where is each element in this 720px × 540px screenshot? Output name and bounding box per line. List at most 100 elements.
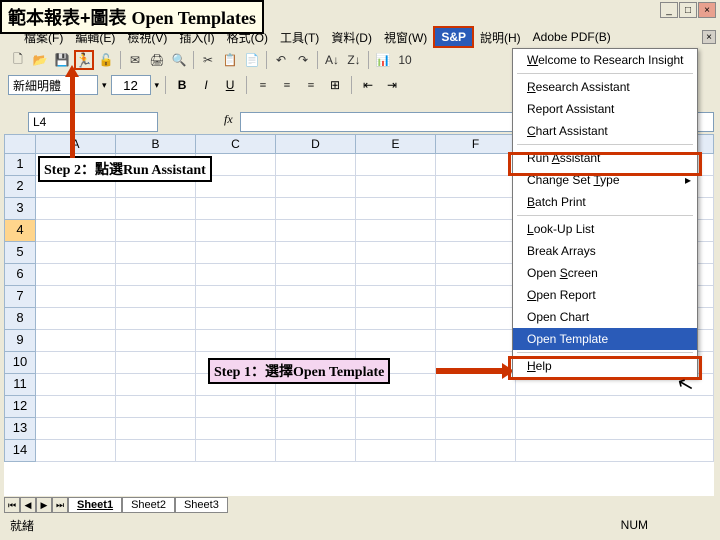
cell[interactable]	[436, 154, 516, 176]
cell[interactable]	[36, 198, 116, 220]
cell[interactable]	[356, 308, 436, 330]
cell[interactable]	[436, 264, 516, 286]
cell[interactable]	[516, 396, 714, 418]
cell[interactable]	[196, 330, 276, 352]
sheet-tab[interactable]: Sheet2	[122, 497, 175, 513]
col-header[interactable]: A	[36, 134, 116, 154]
cell[interactable]	[36, 286, 116, 308]
zoom-value[interactable]: 10	[395, 50, 415, 70]
cell[interactable]	[356, 286, 436, 308]
name-box[interactable]: L4	[28, 112, 158, 132]
row-header[interactable]: 4	[4, 220, 36, 242]
cell[interactable]	[436, 286, 516, 308]
col-header[interactable]: F	[436, 134, 516, 154]
menu-adobe[interactable]: Adobe PDF(B)	[527, 28, 617, 46]
cell[interactable]	[356, 264, 436, 286]
cell[interactable]	[196, 418, 276, 440]
menu-window[interactable]: 視窗(W)	[378, 27, 433, 48]
menu-item[interactable]: Report Assistant	[513, 98, 697, 120]
menu-item[interactable]: Change Set Type	[513, 169, 697, 191]
cell[interactable]	[276, 308, 356, 330]
cell[interactable]	[436, 396, 516, 418]
row-header[interactable]: 1	[4, 154, 36, 176]
cell[interactable]	[116, 242, 196, 264]
row-header[interactable]: 13	[4, 418, 36, 440]
cell[interactable]	[36, 220, 116, 242]
cell[interactable]	[196, 198, 276, 220]
cell[interactable]	[276, 418, 356, 440]
cell[interactable]	[36, 242, 116, 264]
menu-item[interactable]: Look-Up List	[513, 218, 697, 240]
sort-asc-icon[interactable]: A↓	[322, 50, 342, 70]
fx-label[interactable]: fx	[224, 112, 233, 127]
menu-help[interactable]: 說明(H)	[474, 27, 527, 48]
italic-button[interactable]: I	[196, 75, 216, 95]
cell[interactable]	[36, 440, 116, 462]
cell[interactable]	[116, 440, 196, 462]
cell[interactable]	[196, 396, 276, 418]
cell[interactable]	[116, 418, 196, 440]
worksheet-close-button[interactable]: ×	[702, 30, 716, 44]
cell[interactable]	[36, 374, 116, 396]
menu-item[interactable]: Welcome to Research Insight	[513, 49, 697, 71]
align-center-button[interactable]: ≡	[277, 75, 297, 95]
print-icon[interactable]: 🖨	[147, 50, 167, 70]
row-header[interactable]: 10	[4, 352, 36, 374]
menu-item[interactable]: Open Template	[513, 328, 697, 350]
row-header[interactable]: 8	[4, 308, 36, 330]
menu-item[interactable]: Research Assistant	[513, 76, 697, 98]
select-all-corner[interactable]	[4, 134, 36, 154]
row-header[interactable]: 2	[4, 176, 36, 198]
cell[interactable]	[276, 286, 356, 308]
cell[interactable]	[116, 374, 196, 396]
cell[interactable]	[356, 176, 436, 198]
copy-icon[interactable]: 📋	[220, 50, 240, 70]
menu-item[interactable]: Chart Assistant	[513, 120, 697, 142]
align-left-button[interactable]: ≡	[253, 75, 273, 95]
cell[interactable]	[276, 176, 356, 198]
cell[interactable]	[276, 330, 356, 352]
menu-item[interactable]: Open Screen	[513, 262, 697, 284]
row-header[interactable]: 11	[4, 374, 36, 396]
restore-button[interactable]: □	[679, 2, 697, 18]
align-right-button[interactable]: ≡	[301, 75, 321, 95]
tab-nav-last[interactable]: ⏭	[52, 497, 68, 513]
cell[interactable]	[356, 198, 436, 220]
minimize-button[interactable]: _	[660, 2, 678, 18]
cell[interactable]	[436, 220, 516, 242]
sheet-tab[interactable]: Sheet3	[175, 497, 228, 513]
row-header[interactable]: 5	[4, 242, 36, 264]
row-header[interactable]: 6	[4, 264, 36, 286]
cell[interactable]	[356, 330, 436, 352]
cell[interactable]	[276, 154, 356, 176]
cell[interactable]	[116, 352, 196, 374]
cell[interactable]	[436, 176, 516, 198]
cell[interactable]	[436, 242, 516, 264]
undo-icon[interactable]: ↶	[271, 50, 291, 70]
cell[interactable]	[196, 220, 276, 242]
menu-item[interactable]: Open Chart	[513, 306, 697, 328]
tab-nav-first[interactable]: ⏮	[4, 497, 20, 513]
cell[interactable]	[196, 440, 276, 462]
indent-inc-button[interactable]: ⇥	[382, 75, 402, 95]
tab-nav-next[interactable]: ▶	[36, 497, 52, 513]
col-header[interactable]: C	[196, 134, 276, 154]
open-icon[interactable]: 📂	[30, 50, 50, 70]
col-header[interactable]: D	[276, 134, 356, 154]
font-size-input[interactable]	[111, 75, 151, 95]
cell[interactable]	[436, 198, 516, 220]
bold-button[interactable]: B	[172, 75, 192, 95]
cell[interactable]	[116, 286, 196, 308]
menu-item[interactable]: Break Arrays	[513, 240, 697, 262]
redo-icon[interactable]: ↷	[293, 50, 313, 70]
cell[interactable]	[116, 330, 196, 352]
row-header[interactable]: 12	[4, 396, 36, 418]
cell[interactable]	[196, 242, 276, 264]
cell[interactable]	[356, 154, 436, 176]
cell[interactable]	[436, 308, 516, 330]
cell[interactable]	[116, 396, 196, 418]
paste-icon[interactable]: 📄	[242, 50, 262, 70]
cell[interactable]	[356, 220, 436, 242]
menu-data[interactable]: 資料(D)	[325, 27, 378, 48]
col-header[interactable]: E	[356, 134, 436, 154]
